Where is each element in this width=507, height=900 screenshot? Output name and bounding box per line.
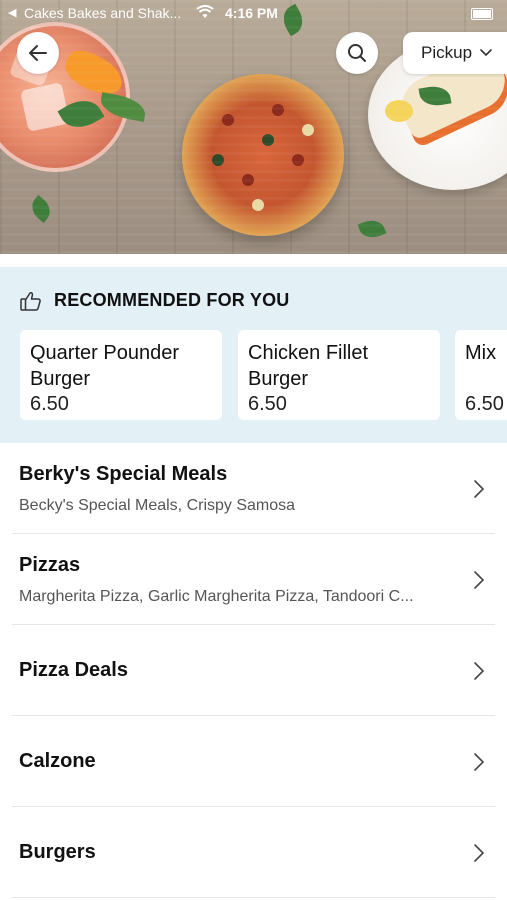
- chevron-right-icon: [474, 571, 485, 589]
- category-name: Berky's Special Meals: [19, 463, 228, 485]
- category-description: Becky's Special Meals, Crispy Samosa: [19, 497, 296, 514]
- category-item[interactable]: Pizza Deals: [12, 625, 495, 716]
- card-price: 6.50: [248, 393, 287, 415]
- status-back-glyph[interactable]: ◀: [8, 6, 16, 19]
- back-button[interactable]: [17, 32, 59, 74]
- recommended-card[interactable]: Chicken Fillet Burger 6.50: [238, 330, 440, 420]
- chevron-down-icon: [480, 49, 492, 57]
- search-button[interactable]: [336, 32, 378, 74]
- status-bar: ◀ Cakes Bakes and Shak... 4:16 PM: [0, 0, 507, 28]
- search-icon: [348, 44, 366, 62]
- category-name: Pizzas: [19, 554, 81, 576]
- battery-icon: [471, 8, 493, 20]
- pickup-dropdown[interactable]: Pickup: [403, 32, 507, 74]
- pickup-label: Pickup: [421, 43, 473, 62]
- category-description: Margherita Pizza, Garlic Margherita Pizz…: [19, 588, 414, 605]
- category-item[interactable]: Pizzas Margherita Pizza, Garlic Margheri…: [12, 534, 495, 625]
- card-name: Chicken Fillet Burger: [248, 342, 369, 390]
- recommended-carousel[interactable]: Quarter Pounder Burger 6.50 Chicken Fill…: [20, 330, 507, 420]
- card-price: 6.50: [30, 393, 69, 415]
- recommended-title: RECOMMENDED FOR YOU: [54, 290, 290, 310]
- category-name: Pizza Deals: [19, 659, 128, 681]
- category-item[interactable]: Calzone: [12, 716, 495, 807]
- chevron-right-icon: [474, 480, 485, 498]
- category-item[interactable]: Burgers: [12, 807, 495, 898]
- status-carrier: Cakes Bakes and Shak...: [24, 5, 182, 21]
- recommended-header: RECOMMENDED FOR YOU: [20, 290, 289, 311]
- recommended-card[interactable]: Quarter Pounder Burger 6.50: [20, 330, 222, 420]
- recommended-card[interactable]: Mix 6.50: [455, 330, 507, 420]
- chevron-right-icon: [474, 662, 485, 680]
- arrow-left-icon: [29, 45, 47, 61]
- recommended-section: RECOMMENDED FOR YOU Quarter Pounder Burg…: [0, 267, 507, 443]
- pizza-image: [182, 74, 344, 236]
- wifi-icon: [196, 5, 214, 22]
- card-name: Mix: [465, 342, 497, 364]
- category-list: Berky's Special Meals Becky's Special Me…: [0, 443, 507, 898]
- status-time: 4:16 PM: [225, 5, 278, 21]
- category-name: Burgers: [19, 841, 96, 863]
- category-name: Calzone: [19, 750, 96, 772]
- thumbs-up-icon: [20, 291, 41, 311]
- card-price: 6.50: [465, 393, 504, 415]
- card-name: Quarter Pounder Burger: [30, 342, 179, 390]
- category-item[interactable]: Berky's Special Meals Becky's Special Me…: [12, 443, 495, 534]
- hero-banner: ◀ Cakes Bakes and Shak... 4:16 PM Pickup: [0, 0, 507, 254]
- chevron-right-icon: [474, 753, 485, 771]
- chevron-right-icon: [474, 844, 485, 862]
